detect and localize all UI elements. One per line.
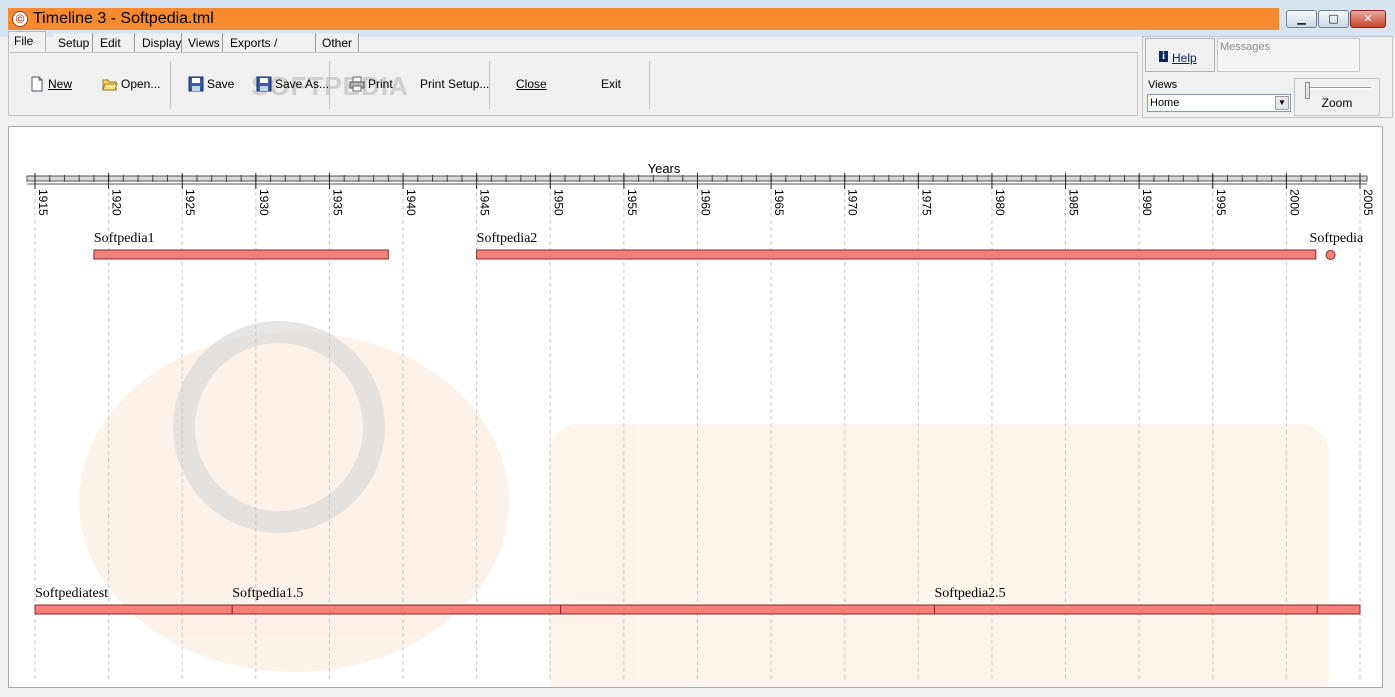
save-as-button[interactable]: Save As... xyxy=(256,73,329,95)
maximize-button[interactable]: □ xyxy=(1318,10,1349,28)
print-label: Print xyxy=(368,77,393,91)
event-label: Softpedia xyxy=(1310,231,1364,246)
tick-label: 2000 xyxy=(1287,189,1301,216)
event-point xyxy=(1325,250,1336,260)
save-as-label: Save As... xyxy=(275,77,330,91)
printer-icon xyxy=(349,76,365,92)
chevron-down-icon[interactable]: ▼ xyxy=(1275,96,1289,110)
axis-title: Years xyxy=(648,161,681,176)
background-logo xyxy=(79,321,1329,687)
exit-button[interactable]: Exit xyxy=(601,73,621,95)
window-title: Timeline 3 - Softpedia.tml xyxy=(33,10,214,27)
views-select[interactable]: Home ▼ xyxy=(1147,94,1291,112)
event-label: Softpedia1 xyxy=(94,231,155,246)
open-folder-icon xyxy=(102,79,118,91)
tick-label: 1980 xyxy=(993,189,1007,216)
event-bar xyxy=(560,604,936,615)
event-bar xyxy=(34,604,233,615)
ribbon-separator xyxy=(489,61,490,109)
tab-other[interactable]: Other xyxy=(317,33,359,52)
save-as-icon xyxy=(256,76,272,92)
tab-display[interactable]: Display xyxy=(137,33,182,52)
tab-views[interactable]: Views xyxy=(183,33,223,52)
print-setup-label: Print Setup... xyxy=(420,77,490,91)
messages-label: Messages xyxy=(1220,41,1271,53)
zoom-slider-track[interactable] xyxy=(1307,87,1371,90)
ribbon-separator xyxy=(649,61,650,109)
zoom-control: Zoom xyxy=(1294,78,1380,116)
tick-label: 1920 xyxy=(110,189,124,216)
views-label: Views xyxy=(1148,79,1178,91)
tick-label: 1960 xyxy=(699,189,713,216)
close-window-button[interactable]: ✕ xyxy=(1350,10,1386,28)
tab-edit[interactable]: Edit xyxy=(95,33,135,52)
event-label: Softpedia2 xyxy=(477,231,538,246)
tick-label: 1965 xyxy=(772,189,786,216)
maximize-icon: □ xyxy=(1328,12,1339,25)
new-label: New xyxy=(48,77,73,91)
close-file-button[interactable]: Close xyxy=(516,73,547,95)
messages-panel: Messages xyxy=(1217,38,1360,72)
tab-setup[interactable]: Setup xyxy=(53,33,93,52)
close-label: Close xyxy=(516,77,547,91)
tick-label: 1985 xyxy=(1067,189,1081,216)
tick-label: 1955 xyxy=(625,189,639,216)
tick-label: 1935 xyxy=(330,189,344,216)
new-button[interactable]: New xyxy=(29,73,72,95)
print-button[interactable]: Print xyxy=(349,73,393,95)
file-ribbon: SOFTPEDIA New Open... Save Save As... Pr… xyxy=(8,52,1138,116)
help-button[interactable]: i Help xyxy=(1145,38,1215,72)
tick-label: 1975 xyxy=(919,189,933,216)
event-bar xyxy=(93,249,389,260)
tick-label: 1915 xyxy=(36,189,50,216)
tick-label: 1970 xyxy=(846,189,860,216)
timeline-chart[interactable]: Years 1915 1920 1925 1930 1935 1940 1945 1950 195… xyxy=(9,127,1382,687)
tick-label: 1925 xyxy=(183,189,197,216)
save-button[interactable]: Save xyxy=(188,73,234,95)
minimize-button[interactable]: ▁ xyxy=(1286,10,1317,28)
tab-file[interactable]: File xyxy=(8,31,46,54)
save-icon xyxy=(188,76,204,92)
exit-label: Exit xyxy=(601,77,622,91)
open-label: Open... xyxy=(121,77,161,91)
event-label: Softpedia2.5 xyxy=(935,586,1006,601)
tick-label: 1950 xyxy=(551,189,565,216)
tab-exports-imports[interactable]: Exports / Imports xyxy=(225,33,316,69)
help-label: Help xyxy=(1172,51,1197,65)
close-icon: ✕ xyxy=(1363,12,1373,25)
title-bar: © Timeline 3 - Softpedia.tml ▁ □ ✕ xyxy=(0,0,1395,37)
print-setup-button[interactable]: Print Setup... xyxy=(420,73,489,95)
minimize-icon: ▁ xyxy=(1297,12,1306,25)
tick-label: 2005 xyxy=(1361,189,1375,216)
ribbon-separator xyxy=(329,61,330,109)
info-icon: i xyxy=(1159,51,1168,62)
tick-label: 1940 xyxy=(404,189,418,216)
tick-label: 1995 xyxy=(1214,189,1228,216)
event-bar xyxy=(476,249,1317,260)
event-label: Softpediatest xyxy=(35,586,108,601)
save-label: Save xyxy=(207,77,235,91)
tick-label: 1945 xyxy=(478,189,492,216)
zoom-label: Zoom xyxy=(1321,96,1353,110)
ribbon-separator xyxy=(170,61,171,109)
open-button[interactable]: Open... xyxy=(102,73,160,95)
new-file-icon xyxy=(31,76,43,92)
tick-label: 1930 xyxy=(257,189,271,216)
tick-label: 1990 xyxy=(1140,189,1154,216)
event-label: Softpedia1.5 xyxy=(232,586,303,601)
app-icon[interactable]: © xyxy=(12,11,28,27)
event-bar xyxy=(231,604,562,615)
event-bar xyxy=(934,604,1318,615)
event-bar xyxy=(1316,604,1361,615)
views-selected-value: Home xyxy=(1150,97,1180,109)
